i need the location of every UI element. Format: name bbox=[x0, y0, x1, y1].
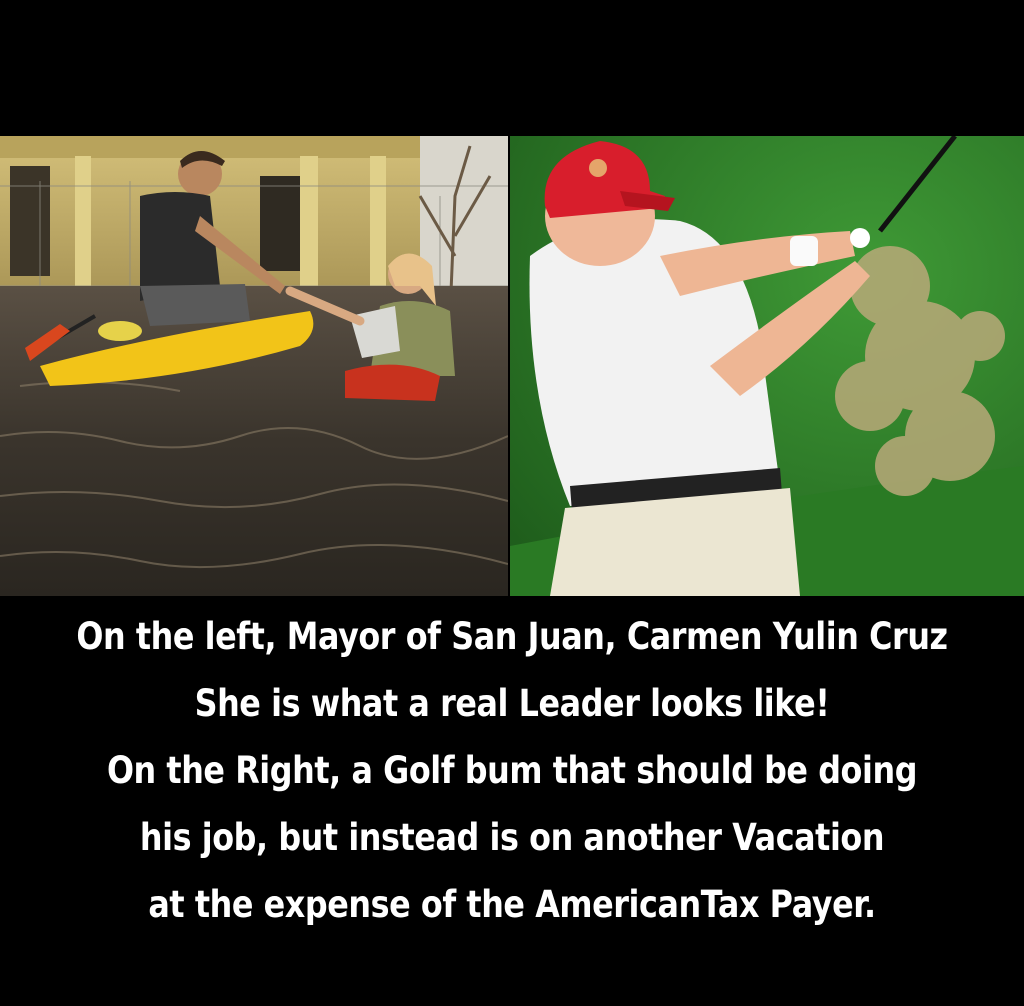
right-photo-golfer bbox=[510, 136, 1024, 596]
caption-line-4: his job, but instead is on another Vacat… bbox=[139, 816, 885, 859]
building-door bbox=[260, 176, 302, 271]
golf-glove bbox=[790, 236, 818, 266]
building-doorway bbox=[10, 166, 50, 276]
building-column bbox=[300, 156, 318, 306]
caption-line-1: On the left, Mayor of San Juan, Carmen Y… bbox=[76, 615, 948, 658]
top-black-band bbox=[0, 0, 1024, 136]
man-shorts bbox=[140, 284, 250, 326]
rope-coil bbox=[98, 321, 142, 341]
golf-scene-illustration bbox=[510, 136, 1024, 596]
building-column bbox=[370, 156, 386, 306]
left-photo-flood-kayak bbox=[0, 136, 508, 596]
building-column bbox=[75, 156, 91, 306]
caption-line-5: at the expense of the AmericanTax Payer. bbox=[148, 883, 876, 926]
flood-scene-illustration bbox=[0, 136, 508, 596]
man-black-shirt bbox=[140, 192, 220, 301]
caption-line-3: On the Right, a Golf bum that should be … bbox=[106, 749, 918, 792]
caption-line-2: She is what a real Leader looks like! bbox=[194, 682, 830, 725]
golf-ball bbox=[850, 228, 870, 248]
meme-caption: On the left, Mayor of San Juan, Carmen Y… bbox=[72, 603, 953, 938]
cap-logo bbox=[589, 159, 607, 177]
